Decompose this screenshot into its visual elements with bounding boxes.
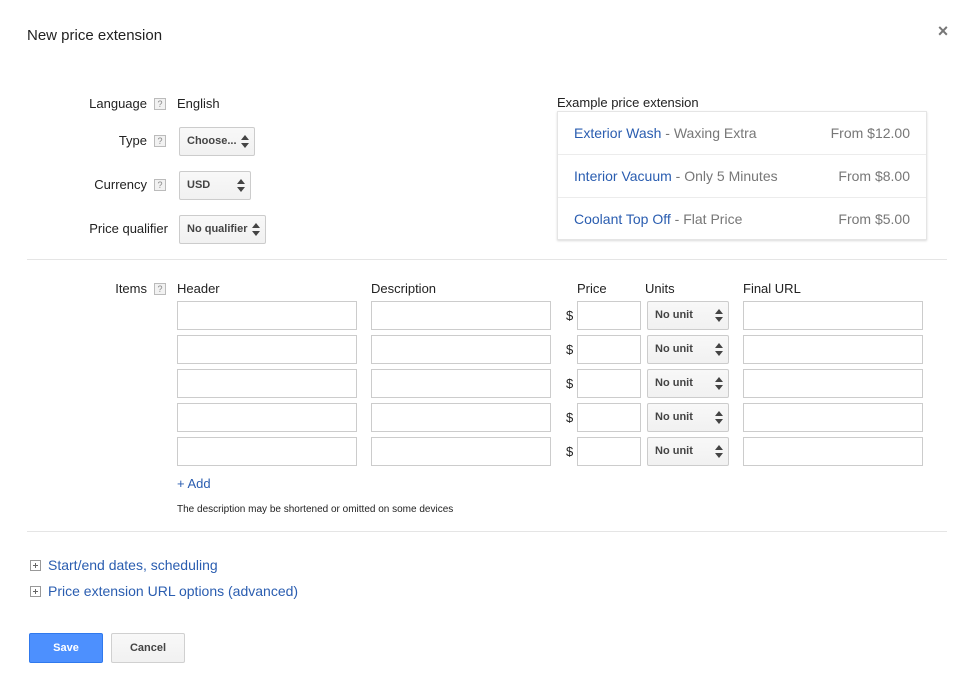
item-unit-value: No unit bbox=[655, 411, 693, 423]
item-final-url-input[interactable] bbox=[743, 437, 923, 466]
item-final-url-input[interactable] bbox=[743, 403, 923, 432]
url-options-expander[interactable]: Price extension URL options (advanced) bbox=[30, 583, 298, 599]
divider bbox=[27, 259, 947, 260]
type-select-value: Choose... bbox=[187, 135, 237, 147]
item-description-input[interactable] bbox=[371, 301, 551, 330]
select-arrows-icon bbox=[252, 223, 260, 236]
example-row: Exterior Wash - Waxing Extra From $12.00 bbox=[558, 112, 926, 155]
example-price: From $5.00 bbox=[838, 211, 910, 227]
currency-symbol: $ bbox=[566, 410, 574, 425]
item-price-input[interactable] bbox=[577, 437, 641, 466]
select-arrows-icon bbox=[715, 445, 723, 458]
item-final-url-input[interactable] bbox=[743, 335, 923, 364]
url-options-expander-label: Price extension URL options (advanced) bbox=[48, 583, 299, 599]
save-button[interactable]: Save bbox=[29, 633, 103, 663]
items-help-icon[interactable]: ? bbox=[154, 283, 166, 295]
example-description: Waxing Extra bbox=[673, 125, 757, 141]
select-arrows-icon bbox=[241, 135, 249, 148]
currency-symbol: $ bbox=[566, 376, 574, 391]
scheduling-expander[interactable]: Start/end dates, scheduling bbox=[30, 557, 218, 573]
item-description-input[interactable] bbox=[371, 335, 551, 364]
column-final-url: Final URL bbox=[743, 281, 801, 296]
type-label: Type bbox=[118, 133, 147, 148]
example-description: Only 5 Minutes bbox=[684, 168, 778, 184]
column-price: Price bbox=[577, 281, 607, 296]
price-qualifier-select-value: No qualifier bbox=[187, 223, 248, 235]
language-label: Language bbox=[89, 96, 147, 111]
item-unit-select[interactable]: No unit bbox=[647, 437, 729, 466]
type-select[interactable]: Choose... bbox=[179, 127, 255, 156]
select-arrows-icon bbox=[715, 411, 723, 424]
example-header: Interior Vacuum bbox=[574, 168, 672, 184]
currency-label: Currency bbox=[94, 177, 147, 192]
example-separator: - bbox=[671, 168, 685, 184]
column-header: Header bbox=[177, 281, 220, 296]
example-header: Coolant Top Off bbox=[574, 211, 671, 227]
item-unit-select[interactable]: No unit bbox=[647, 301, 729, 330]
item-price-input[interactable] bbox=[577, 335, 641, 364]
select-arrows-icon bbox=[715, 343, 723, 356]
close-icon[interactable]: × bbox=[934, 22, 952, 40]
items-label: Items bbox=[115, 281, 147, 296]
add-item-link[interactable]: + Add bbox=[177, 476, 211, 491]
currency-symbol: $ bbox=[566, 308, 574, 323]
item-price-input[interactable] bbox=[577, 369, 641, 398]
language-value: English bbox=[177, 96, 220, 111]
select-arrows-icon bbox=[715, 377, 723, 390]
currency-symbol: $ bbox=[566, 342, 574, 357]
currency-symbol: $ bbox=[566, 444, 574, 459]
dialog-title: New price extension bbox=[27, 27, 163, 44]
item-unit-value: No unit bbox=[655, 377, 693, 389]
example-price: From $12.00 bbox=[830, 125, 910, 141]
cancel-button[interactable]: Cancel bbox=[111, 633, 185, 663]
description-note: The description may be shortened or omit… bbox=[177, 504, 454, 515]
example-separator: - bbox=[670, 211, 684, 227]
item-header-input[interactable] bbox=[177, 437, 357, 466]
item-header-input[interactable] bbox=[177, 369, 357, 398]
expand-plus-icon bbox=[30, 585, 41, 597]
example-row: Interior Vacuum - Only 5 Minutes From $8… bbox=[558, 155, 926, 198]
item-description-input[interactable] bbox=[371, 403, 551, 432]
example-header: Exterior Wash bbox=[574, 125, 662, 141]
select-arrows-icon bbox=[237, 179, 245, 192]
example-row: Coolant Top Off - Flat Price From $5.00 bbox=[558, 198, 926, 241]
item-unit-value: No unit bbox=[655, 445, 693, 457]
scheduling-expander-label: Start/end dates, scheduling bbox=[48, 557, 218, 573]
item-unit-select[interactable]: No unit bbox=[647, 335, 729, 364]
price-qualifier-label: Price qualifier bbox=[89, 221, 168, 236]
currency-select-value: USD bbox=[187, 179, 211, 191]
example-description: Flat Price bbox=[683, 211, 743, 227]
column-description: Description bbox=[371, 281, 437, 296]
currency-help-icon[interactable]: ? bbox=[154, 179, 166, 191]
item-final-url-input[interactable] bbox=[743, 301, 923, 330]
select-arrows-icon bbox=[715, 309, 723, 322]
currency-select[interactable]: USD bbox=[179, 171, 251, 200]
example-price: From $8.00 bbox=[838, 168, 910, 184]
example-title: Example price extension bbox=[557, 95, 699, 110]
item-final-url-input[interactable] bbox=[743, 369, 923, 398]
example-separator: - bbox=[661, 125, 674, 141]
price-qualifier-select[interactable]: No qualifier bbox=[179, 215, 266, 244]
item-header-input[interactable] bbox=[177, 335, 357, 364]
column-units: Units bbox=[645, 281, 675, 296]
item-unit-select[interactable]: No unit bbox=[647, 403, 729, 432]
item-description-input[interactable] bbox=[371, 437, 551, 466]
language-help-icon[interactable]: ? bbox=[154, 98, 166, 110]
item-price-input[interactable] bbox=[577, 301, 641, 330]
item-price-input[interactable] bbox=[577, 403, 641, 432]
expand-plus-icon bbox=[30, 559, 41, 571]
type-help-icon[interactable]: ? bbox=[154, 135, 166, 147]
item-header-input[interactable] bbox=[177, 301, 357, 330]
item-unit-value: No unit bbox=[655, 309, 693, 321]
example-card: Exterior Wash - Waxing Extra From $12.00… bbox=[557, 111, 927, 240]
item-unit-value: No unit bbox=[655, 343, 693, 355]
item-header-input[interactable] bbox=[177, 403, 357, 432]
divider bbox=[27, 531, 947, 532]
item-unit-select[interactable]: No unit bbox=[647, 369, 729, 398]
item-description-input[interactable] bbox=[371, 369, 551, 398]
